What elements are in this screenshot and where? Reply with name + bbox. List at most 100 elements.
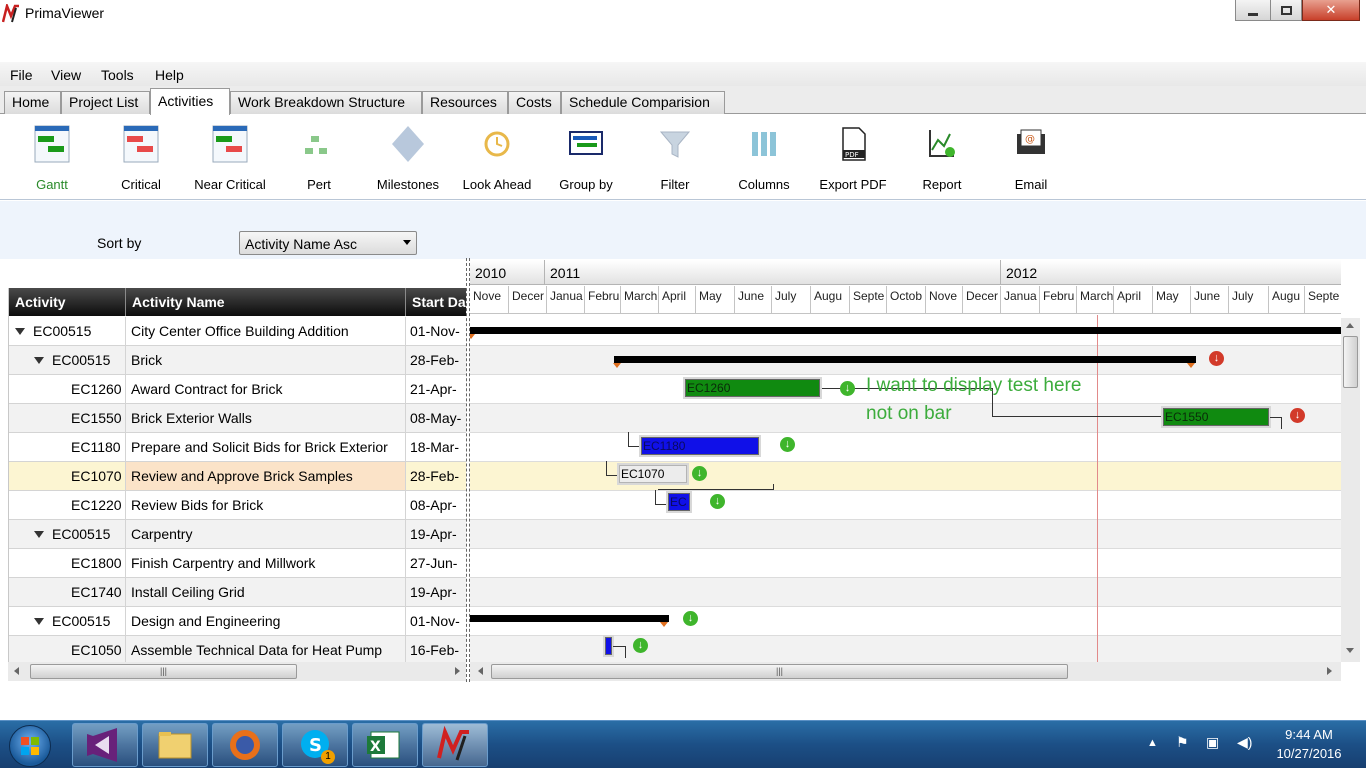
taskbar-skype[interactable]: S 1 — [282, 723, 348, 767]
milestones-button[interactable]: Milestones — [364, 120, 452, 194]
tab-costs[interactable]: Costs — [508, 91, 561, 114]
arrow-down-circle-icon[interactable]: ↓ — [633, 638, 648, 653]
email-button[interactable]: @ Email — [987, 120, 1075, 194]
vertical-scrollbar[interactable] — [1341, 318, 1360, 662]
columns-button[interactable]: Columns — [720, 120, 808, 194]
restore-button[interactable] — [1270, 0, 1302, 21]
minimize-button[interactable] — [1235, 0, 1271, 21]
dependency-link — [658, 484, 774, 490]
report-button[interactable]: Report — [898, 120, 986, 194]
email-label: Email — [1014, 177, 1048, 192]
tray-expand-icon[interactable]: ▲ — [1147, 737, 1158, 749]
pert-button[interactable]: Pert — [275, 120, 363, 194]
summary-end-marker — [660, 622, 668, 627]
table-row[interactable]: EC1260 Award Contract for Brick 21-Apr- — [9, 375, 466, 404]
table-row[interactable]: EC1220 Review Bids for Brick 08-Apr- — [9, 491, 466, 520]
start-button[interactable] — [9, 725, 51, 767]
arrow-down-circle-icon[interactable]: ↓ — [1290, 408, 1305, 423]
table-row[interactable]: EC1740 Install Ceiling Grid 19-Apr- — [9, 578, 466, 607]
table-row[interactable]: EC00515 Design and Engineering 01-Nov- — [9, 607, 466, 636]
menu-file[interactable]: File — [10, 67, 33, 83]
scroll-up-arrow-icon[interactable] — [1346, 323, 1354, 328]
vertical-scroll-thumb[interactable] — [1343, 336, 1358, 388]
column-header-activity-name[interactable]: Activity Name — [126, 288, 406, 316]
tab-resources[interactable]: Resources — [422, 91, 508, 114]
grid-horizontal-scrollbar[interactable]: ||| — [8, 662, 466, 681]
close-button[interactable]: ✕ — [1302, 0, 1360, 21]
tab-activities[interactable]: Activities — [150, 88, 230, 115]
filter-button[interactable]: Filter — [631, 120, 719, 194]
table-row[interactable]: EC00515 City Center Office Building Addi… — [9, 317, 466, 346]
table-row[interactable]: EC1800 Finish Carpentry and Millwork 27-… — [9, 549, 466, 578]
menu-view[interactable]: View — [51, 67, 81, 83]
activity-bar[interactable]: EC1550 — [1163, 408, 1269, 426]
arrow-down-circle-icon[interactable]: ↓ — [840, 381, 855, 396]
network-icon[interactable]: ▣ — [1206, 734, 1219, 751]
near-critical-button[interactable]: Near Critical — [186, 120, 274, 194]
tab-work-breakdown-structure[interactable]: Work Breakdown Structure — [230, 91, 422, 114]
near-critical-label: Near Critical — [194, 177, 266, 192]
table-row-selected[interactable]: EC1070 Review and Approve Brick Samples … — [9, 462, 466, 491]
gantt-button[interactable]: Gantt — [8, 120, 96, 194]
tab-project-list[interactable]: Project List — [61, 91, 150, 114]
taskbar-primaviewer[interactable] — [422, 723, 488, 767]
arrow-down-circle-icon[interactable]: ↓ — [683, 611, 698, 626]
tab-schedule-comparision[interactable]: Schedule Comparision — [561, 91, 725, 114]
table-row[interactable]: EC1180 Prepare and Solicit Bids for Bric… — [9, 433, 466, 462]
scroll-right-arrow-icon[interactable] — [455, 667, 460, 675]
year-header: 2010 2011 2012 — [470, 260, 1341, 285]
arrow-down-circle-icon[interactable]: ↓ — [692, 466, 707, 481]
taskbar-file-explorer[interactable] — [142, 723, 208, 767]
look-ahead-button[interactable]: Look Ahead — [453, 120, 541, 194]
taskbar-firefox[interactable] — [212, 723, 278, 767]
gantt-row-selected — [470, 462, 1341, 491]
column-header-start-date[interactable]: Start Da — [406, 288, 466, 316]
critical-button[interactable]: Critical — [97, 120, 185, 194]
sort-by-dropdown[interactable]: Activity Name Asc — [239, 231, 417, 255]
arrow-down-circle-icon[interactable]: ↓ — [1209, 351, 1224, 366]
table-row[interactable]: EC00515 Brick 28-Feb- — [9, 346, 466, 375]
critical-icon — [123, 125, 159, 163]
menu-help[interactable]: Help — [155, 67, 184, 83]
activity-start: 16-Feb- — [410, 642, 460, 658]
export-pdf-button[interactable]: PDF Export PDF — [809, 120, 897, 194]
activity-bar[interactable]: EC1180 — [641, 437, 759, 455]
primaviewer-logo-icon — [2, 4, 19, 23]
table-row[interactable]: EC1550 Brick Exterior Walls 08-May- — [9, 404, 466, 433]
group-by-button[interactable]: Group by — [542, 120, 630, 194]
summary-bar[interactable] — [470, 615, 669, 627]
column-header-activity[interactable]: Activity — [9, 288, 126, 316]
activity-id: EC1740 — [9, 578, 126, 606]
report-label: Report — [922, 177, 962, 192]
taskbar-excel[interactable]: X — [352, 723, 418, 767]
current-date-line — [1097, 315, 1098, 662]
scroll-left-arrow-icon[interactable] — [14, 667, 19, 675]
summary-bar[interactable] — [470, 327, 1341, 339]
arrow-down-circle-icon[interactable]: ↓ — [710, 494, 725, 509]
scroll-left-arrow-icon[interactable] — [478, 667, 483, 675]
activity-bar[interactable]: EC — [668, 493, 690, 511]
arrow-down-circle-icon[interactable]: ↓ — [780, 437, 795, 452]
table-row[interactable]: EC1050 Assemble Technical Data for Heat … — [9, 636, 466, 662]
filter-funnel-icon — [659, 131, 691, 158]
menu-tools[interactable]: Tools — [101, 67, 134, 83]
volume-icon[interactable]: ◀) — [1237, 734, 1252, 751]
critical-label: Critical — [121, 177, 161, 192]
scroll-down-arrow-icon[interactable] — [1346, 648, 1354, 653]
summary-bar[interactable] — [613, 356, 1196, 368]
activity-bar[interactable]: EC1070 — [619, 465, 687, 483]
taskbar-visual-studio[interactable] — [72, 723, 138, 767]
gantt-horizontal-scroll-thumb[interactable]: ||| — [491, 664, 1068, 679]
action-center-flag-icon[interactable]: ⚑ — [1176, 734, 1189, 751]
tab-home[interactable]: Home — [4, 91, 61, 114]
scroll-right-arrow-icon[interactable] — [1327, 667, 1332, 675]
report-chart-icon — [929, 130, 955, 157]
gantt-horizontal-scrollbar[interactable]: ||| — [470, 662, 1341, 681]
activity-bar[interactable] — [605, 637, 612, 655]
tab-strip: Home Project List Activities Work Breakd… — [0, 86, 1366, 115]
activity-start: 19-Apr- — [410, 584, 457, 600]
taskbar-clock[interactable]: 9:44 AM 10/27/2016 — [1264, 725, 1354, 763]
table-row[interactable]: EC00515 Carpentry 19-Apr- — [9, 520, 466, 549]
activity-bar[interactable]: EC1260 — [685, 379, 820, 397]
grid-horizontal-scroll-thumb[interactable]: ||| — [30, 664, 297, 679]
